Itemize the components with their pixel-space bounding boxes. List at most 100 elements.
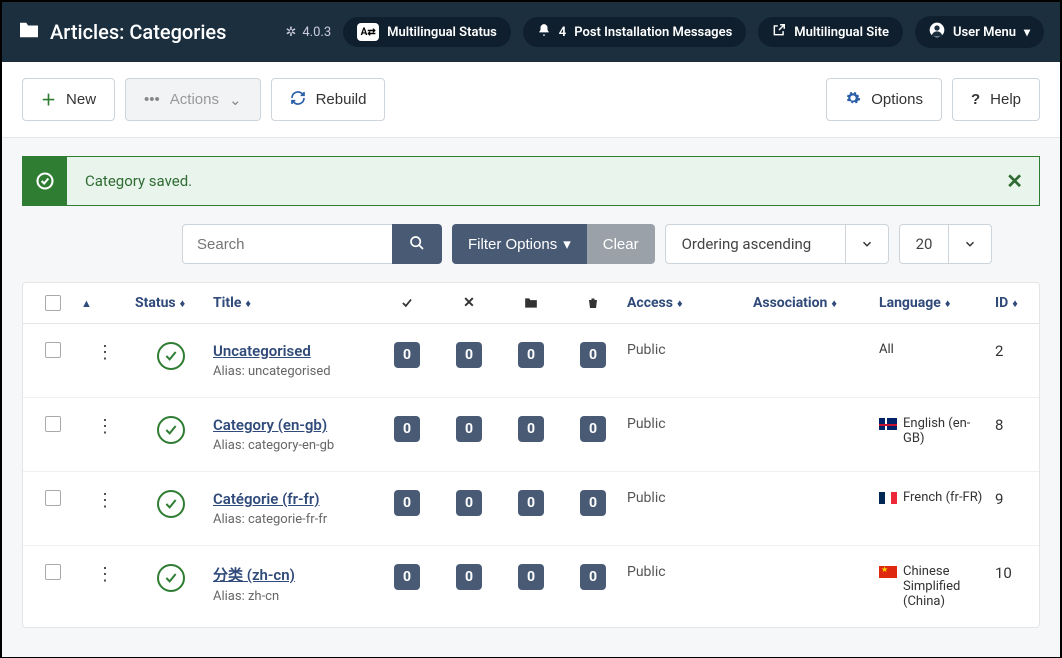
status-published-icon[interactable] [157,490,185,518]
access-text: Public [627,342,747,358]
col-ordering[interactable]: ▲ [81,297,129,310]
row-actions-button[interactable]: ⋮ [96,416,114,437]
col-access[interactable]: Access♦ [627,295,747,311]
search-button[interactable] [392,224,442,264]
success-alert: Category saved. ✕ [22,156,1040,206]
plus-icon: ＋ [41,89,56,110]
new-label: New [66,91,96,108]
archived-count[interactable]: 0 [518,490,544,516]
category-link[interactable]: Catégorie (fr-fr) [213,490,320,508]
chevron-down-icon: ▾ [1024,25,1030,39]
trashed-count[interactable]: 0 [580,416,606,442]
question-icon: ? [971,91,980,108]
col-id[interactable]: ID♦ [995,295,1045,311]
help-button[interactable]: ? Help [952,78,1040,121]
sort-icon: ♦ [180,297,186,310]
search-wrap [182,224,442,264]
actions-label: Actions [170,91,219,108]
col-published[interactable] [379,296,435,310]
col-title[interactable]: Title♦ [213,295,373,311]
row-actions-button[interactable]: ⋮ [96,342,114,363]
options-label: Options [871,91,923,108]
unpublished-count[interactable]: 0 [456,342,482,368]
title-cell: Category (en-gb) Alias: category-en-gb [213,416,373,453]
alert-close-button[interactable]: ✕ [990,169,1039,193]
archived-count[interactable]: 0 [518,342,544,368]
unpublished-count[interactable]: 0 [456,564,482,590]
trashed-count[interactable]: 0 [580,490,606,516]
category-link[interactable]: 分类 (zh-cn) [213,566,295,584]
search-icon [409,235,425,251]
table-row: ⋮ Category (en-gb) Alias: category-en-gb… [23,398,1039,472]
chevron-down-icon: ⌄ [229,91,242,109]
folder-icon [18,20,40,44]
multilingual-site-button[interactable]: Multilingual Site [758,17,903,47]
row-checkbox[interactable] [45,490,61,506]
col-unpublished[interactable]: ✕ [441,295,497,311]
archived-count[interactable]: 0 [518,564,544,590]
col-language[interactable]: Language♦ [879,295,989,311]
row-checkbox[interactable] [45,564,61,580]
sort-icon: ♦ [831,297,837,310]
published-count[interactable]: 0 [394,564,420,590]
help-label: Help [990,91,1021,108]
version-badge: ✲ 4.0.3 [285,25,331,40]
col-status[interactable]: Status♦ [135,295,207,311]
limit-select[interactable]: 20 [899,224,993,264]
status-published-icon[interactable] [157,564,185,592]
table-row: ⋮ Uncategorised Alias: uncategorised 0 0… [23,324,1039,398]
trashed-count[interactable]: 0 [580,564,606,590]
multilingual-status-label: Multilingual Status [387,25,497,40]
page-title: Articles: Categories [50,20,226,44]
language-cell: All [879,342,989,357]
row-actions-button[interactable]: ⋮ [96,490,114,511]
filter-options-label: Filter Options [468,236,557,253]
published-count[interactable]: 0 [394,342,420,368]
select-all-checkbox[interactable] [45,295,61,311]
unpublished-count[interactable]: 0 [456,416,482,442]
categories-table: ▲ Status♦ Title♦ ✕ Access♦ Association♦ … [22,282,1040,628]
flag-icon [879,566,897,578]
category-link[interactable]: Uncategorised [213,342,311,360]
ordering-select[interactable]: Ordering ascending [665,224,889,264]
new-button[interactable]: ＋ New [22,78,115,121]
row-actions-button[interactable]: ⋮ [96,564,114,585]
id-text: 8 [995,416,1045,434]
clear-button[interactable]: Clear [587,224,655,264]
refresh-icon [290,90,306,110]
category-link[interactable]: Category (en-gb) [213,416,327,434]
published-count[interactable]: 0 [394,490,420,516]
messages-count: 4 [559,25,566,40]
col-association[interactable]: Association♦ [753,295,873,311]
archived-count[interactable]: 0 [518,416,544,442]
row-checkbox[interactable] [45,342,61,358]
title-cell: Uncategorised Alias: uncategorised [213,342,373,379]
language-cell: French (fr-FR) [879,490,989,505]
translate-icon: A⇄ [357,23,379,41]
user-menu-button[interactable]: User Menu ▾ [915,16,1044,48]
caret-down-icon: ▾ [563,235,571,253]
alias-text: Alias: category-en-gb [213,438,373,453]
search-input[interactable] [182,224,392,264]
table-header: ▲ Status♦ Title♦ ✕ Access♦ Association♦ … [23,283,1039,324]
options-button[interactable]: Options [826,78,942,121]
user-icon [929,22,945,42]
id-text: 10 [995,564,1045,582]
bell-icon [537,23,551,41]
id-text: 2 [995,342,1045,360]
status-published-icon[interactable] [157,416,185,444]
sort-icon: ♦ [1012,297,1018,310]
status-published-icon[interactable] [157,342,185,370]
actions-button[interactable]: ••• Actions ⌄ [125,78,261,121]
multilingual-status-button[interactable]: A⇄ Multilingual Status [343,17,511,47]
filter-options-button[interactable]: Filter Options ▾ [452,224,587,264]
joomla-icon: ✲ [285,25,296,40]
messages-button[interactable]: 4 Post Installation Messages [523,17,747,47]
trashed-count[interactable]: 0 [580,342,606,368]
row-checkbox[interactable] [45,416,61,432]
col-archived[interactable] [503,297,559,309]
rebuild-button[interactable]: Rebuild [271,78,386,121]
col-trashed[interactable] [565,296,621,310]
published-count[interactable]: 0 [394,416,420,442]
unpublished-count[interactable]: 0 [456,490,482,516]
